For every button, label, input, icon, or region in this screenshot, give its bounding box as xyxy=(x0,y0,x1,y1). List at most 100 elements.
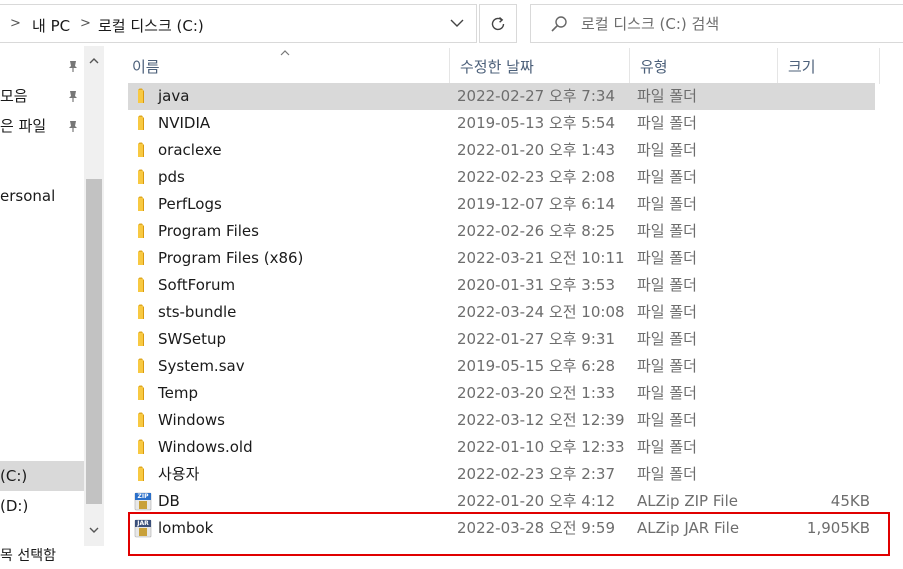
breadcrumb-separator[interactable]: > xyxy=(10,16,21,31)
file-size xyxy=(778,245,870,272)
file-size xyxy=(778,110,870,137)
file-row[interactable]: Windows.old 2022-01-10 오후 12:33 파일 폴더 xyxy=(128,434,875,461)
refresh-icon[interactable] xyxy=(479,4,517,43)
scrollbar-thumb[interactable] xyxy=(86,179,102,504)
column-header-type[interactable]: 유형 xyxy=(630,48,778,84)
file-type: 파일 폴더 xyxy=(637,465,697,483)
file-row[interactable]: java 2022-02-27 오후 7:34 파일 폴더 xyxy=(128,83,875,110)
file-type: 파일 폴더 xyxy=(637,303,697,321)
file-name: Temp xyxy=(158,384,198,402)
file-name: Program Files (x86) xyxy=(158,249,304,267)
file-type: 파일 폴더 xyxy=(637,168,697,186)
file-size xyxy=(778,137,870,164)
file-row[interactable]: oraclexe 2022-01-20 오후 1:43 파일 폴더 xyxy=(128,137,875,164)
zip-file-icon: ZIP xyxy=(134,492,152,511)
file-row[interactable]: sts-bundle 2022-03-24 오전 10:08 파일 폴더 xyxy=(128,299,875,326)
nav-item-onedrive-personal[interactable]: ersonal xyxy=(0,181,84,211)
file-type: 파일 폴더 xyxy=(637,87,697,105)
file-name: Windows xyxy=(158,411,225,429)
file-row[interactable]: PerfLogs 2019-12-07 오후 6:14 파일 폴더 xyxy=(128,191,875,218)
folder-icon xyxy=(134,249,152,268)
folder-icon xyxy=(134,195,152,214)
address-bar[interactable]: > 내 PC > 로컬 디스크 (C:) xyxy=(0,4,477,43)
file-row[interactable]: 사용자 2022-02-23 오후 2:37 파일 폴더 xyxy=(128,461,875,488)
file-row[interactable]: NVIDIA 2019-05-13 오후 5:54 파일 폴더 xyxy=(128,110,875,137)
file-date: 2022-02-23 오후 2:37 xyxy=(457,465,615,483)
file-date: 2022-03-24 오전 10:08 xyxy=(457,303,625,321)
file-type: ALZip ZIP File xyxy=(637,492,738,510)
file-row[interactable]: SWSetup 2022-01-27 오후 9:31 파일 폴더 xyxy=(128,326,875,353)
file-date: 2022-03-12 오전 12:39 xyxy=(457,411,625,429)
file-type: 파일 폴더 xyxy=(637,141,697,159)
file-date: 2022-02-26 오후 8:25 xyxy=(457,222,615,240)
search-icon xyxy=(551,16,567,32)
file-name: SoftForum xyxy=(158,276,236,294)
file-date: 2022-02-27 오후 7:34 xyxy=(457,87,615,105)
file-type: 파일 폴더 xyxy=(637,114,697,132)
scroll-down-chevron-icon[interactable] xyxy=(84,522,104,540)
file-name: Windows.old xyxy=(158,438,253,456)
file-type: 파일 폴더 xyxy=(637,330,697,348)
file-name: java xyxy=(158,87,190,105)
file-date: 2022-01-10 오후 12:33 xyxy=(457,438,625,456)
file-row[interactable]: Temp 2022-03-20 오전 1:33 파일 폴더 xyxy=(128,380,875,407)
file-row[interactable]: Program Files 2022-02-26 오후 8:25 파일 폴더 xyxy=(128,218,875,245)
file-size xyxy=(778,218,870,245)
pin-icon[interactable] xyxy=(66,60,80,74)
folder-icon xyxy=(134,411,152,430)
file-size: 45KB xyxy=(830,492,870,510)
folder-icon xyxy=(134,276,152,295)
folder-icon xyxy=(134,87,152,106)
file-date: 2020-01-31 오후 3:53 xyxy=(457,276,615,294)
pin-icon[interactable] xyxy=(66,120,80,134)
column-header-name[interactable]: 이름 xyxy=(122,48,450,84)
file-size xyxy=(778,83,870,110)
file-type: 파일 폴더 xyxy=(637,222,697,240)
nav-scrollbar[interactable] xyxy=(84,46,104,546)
file-size xyxy=(778,353,870,380)
file-row[interactable]: Windows 2022-03-12 오전 12:39 파일 폴더 xyxy=(128,407,875,434)
file-size xyxy=(778,434,870,461)
breadcrumb-separator[interactable]: > xyxy=(80,16,91,31)
file-name: System.sav xyxy=(158,357,245,375)
file-row[interactable]: Program Files (x86) 2022-03-21 오전 10:11 파일… xyxy=(128,245,875,272)
column-header: 이름 수정한 날짜 유형 크기 xyxy=(122,48,882,84)
column-header-date[interactable]: 수정한 날짜 xyxy=(450,48,630,84)
file-size xyxy=(778,461,870,488)
file-type: 파일 폴더 xyxy=(637,411,697,429)
file-size xyxy=(778,272,870,299)
file-date: 2022-03-20 오전 1:33 xyxy=(457,384,615,402)
file-name: SWSetup xyxy=(158,330,227,348)
file-date: 2022-02-23 오후 2:08 xyxy=(457,168,615,186)
breadcrumb-this-pc[interactable]: 내 PC xyxy=(32,15,70,36)
scroll-up-chevron-icon[interactable] xyxy=(84,52,104,70)
file-type-badge: ZIP xyxy=(137,493,149,500)
file-row[interactable]: pds 2022-02-23 오후 2:08 파일 폴더 xyxy=(128,164,875,191)
file-size xyxy=(778,380,870,407)
file-name: pds xyxy=(158,168,185,186)
file-type: 파일 폴더 xyxy=(637,195,697,213)
nav-item-local-disk-c[interactable]: (C:) xyxy=(0,461,84,491)
file-type: 파일 폴더 xyxy=(637,249,697,267)
pin-icon[interactable] xyxy=(66,90,80,104)
nav-item-disk-d[interactable]: (D:) xyxy=(0,491,84,521)
file-size xyxy=(778,191,870,218)
file-row[interactable]: SoftForum 2020-01-31 오후 3:53 파일 폴더 xyxy=(128,272,875,299)
folder-icon xyxy=(134,384,152,403)
file-name: 사용자 xyxy=(158,465,200,483)
file-date: 2022-03-21 오전 10:11 xyxy=(457,249,625,267)
breadcrumb-local-disk[interactable]: 로컬 디스크 (C:) xyxy=(98,15,204,36)
file-type: 파일 폴더 xyxy=(637,357,697,375)
column-header-size[interactable]: 크기 xyxy=(778,48,880,84)
search-input[interactable] xyxy=(581,13,881,35)
search-box[interactable] xyxy=(530,4,903,43)
address-history-chevron-icon[interactable] xyxy=(443,14,471,36)
file-date: 2022-01-20 오후 1:43 xyxy=(457,141,615,159)
file-type: 파일 폴더 xyxy=(637,276,697,294)
file-date: 2019-12-07 오후 6:14 xyxy=(457,195,615,213)
file-size xyxy=(778,299,870,326)
file-date: 2022-01-20 오후 4:12 xyxy=(457,492,615,510)
file-row[interactable]: ZIP DB 2022-01-20 오후 4:12 ALZip ZIP File 45K… xyxy=(128,488,875,515)
file-row[interactable]: System.sav 2019-05-15 오후 6:28 파일 폴더 xyxy=(128,353,875,380)
folder-icon xyxy=(134,303,152,322)
